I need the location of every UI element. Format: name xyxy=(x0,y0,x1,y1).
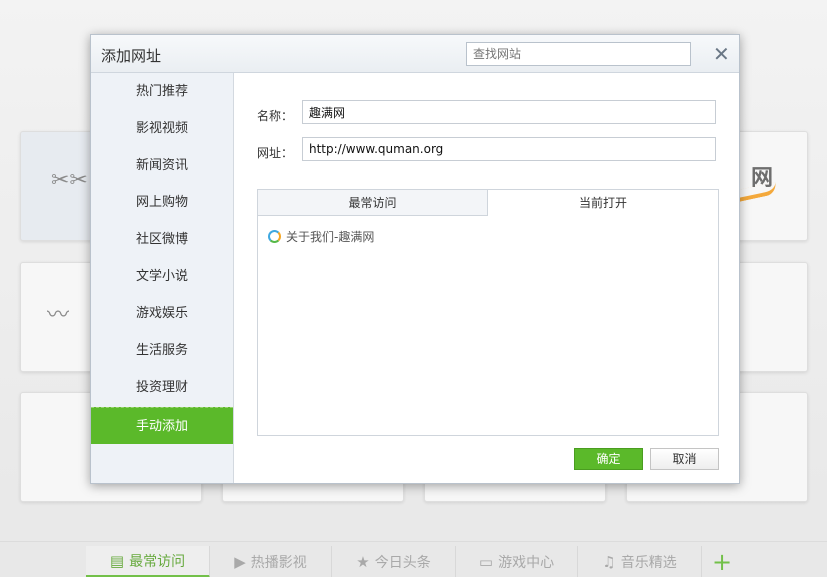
sidebar-item-video[interactable]: 影视视频 xyxy=(91,110,233,147)
sidebar-item-literature[interactable]: 文学小说 xyxy=(91,258,233,295)
sidebar-item-community[interactable]: 社区微博 xyxy=(91,221,233,258)
sidebar-item-finance[interactable]: 投资理财 xyxy=(91,369,233,406)
close-icon[interactable]: ✕ xyxy=(713,44,730,64)
tab-currently-open[interactable]: 当前打开 xyxy=(488,190,718,216)
cancel-button[interactable]: 取消 xyxy=(650,448,719,470)
tab-most-visited[interactable]: 最常访问 xyxy=(258,190,488,216)
add-site-dialog: 添加网址 ✕ 热门推荐 影视视频 新闻资讯 网上购物 社区微博 文学小说 游戏娱… xyxy=(90,34,740,484)
category-sidebar: 热门推荐 影视视频 新闻资讯 网上购物 社区微博 文学小说 游戏娱乐 生活服务 … xyxy=(91,73,234,483)
sidebar-item-manual-add[interactable]: 手动添加 xyxy=(91,407,233,444)
site-favicon-icon xyxy=(268,230,281,243)
dialog-titlebar: 添加网址 ✕ xyxy=(91,35,739,73)
url-input[interactable] xyxy=(302,137,716,161)
name-input[interactable] xyxy=(302,100,716,124)
sidebar-item-life-services[interactable]: 生活服务 xyxy=(91,332,233,369)
dialog-title: 添加网址 xyxy=(101,47,162,65)
name-label: 名称： xyxy=(257,109,294,123)
sidebar-item-hot[interactable]: 热门推荐 xyxy=(91,73,233,110)
confirm-button[interactable]: 确定 xyxy=(574,448,643,470)
list-item-label: 关于我们-趣满网 xyxy=(286,230,375,244)
suggestion-panel: 最常访问 当前打开 关于我们-趣满网 xyxy=(257,189,719,436)
sidebar-item-games[interactable]: 游戏娱乐 xyxy=(91,295,233,332)
search-input[interactable] xyxy=(466,42,691,66)
url-label: 网址： xyxy=(257,146,294,160)
list-item[interactable]: 关于我们-趣满网 xyxy=(268,228,374,245)
sidebar-item-news[interactable]: 新闻资讯 xyxy=(91,147,233,184)
sidebar-item-shopping[interactable]: 网上购物 xyxy=(91,184,233,221)
